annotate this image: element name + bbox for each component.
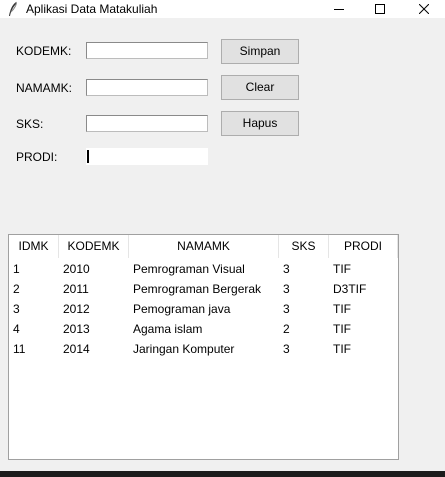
cell-prodi: TIF — [333, 262, 351, 276]
cell-idmk: 2 — [13, 282, 20, 296]
maximize-icon — [375, 4, 385, 14]
column-header-idmk[interactable]: IDMK — [9, 235, 59, 258]
cell-idmk: 1 — [13, 262, 20, 276]
column-header-sks[interactable]: SKS — [279, 235, 329, 258]
prodi-field[interactable] — [86, 148, 208, 165]
cell-prodi: TIF — [333, 322, 351, 336]
cell-namamk: Jaringan Komputer — [133, 342, 235, 356]
minimize-button[interactable] — [324, 0, 354, 18]
table-row[interactable]: 1 2010 Pemrograman Visual 3 TIF — [9, 259, 398, 279]
cell-kodemk: 2010 — [63, 262, 90, 276]
maximize-button[interactable] — [365, 0, 395, 18]
cell-namamk: Pemograman java — [133, 302, 231, 316]
window-title: Aplikasi Data Matakuliah — [26, 2, 158, 16]
table-row[interactable]: 4 2013 Agama islam 2 TIF — [9, 319, 398, 339]
cell-prodi: TIF — [333, 302, 351, 316]
cell-kodemk: 2014 — [63, 342, 90, 356]
cell-prodi: TIF — [333, 342, 351, 356]
column-header-namamk[interactable]: NAMAMK — [129, 235, 279, 258]
cell-sks: 3 — [283, 282, 290, 296]
cell-idmk: 11 — [13, 342, 26, 356]
cell-sks: 3 — [283, 342, 290, 356]
cell-namamk: Agama islam — [133, 322, 203, 336]
close-button[interactable] — [409, 0, 439, 18]
namamk-field[interactable] — [86, 79, 208, 96]
namamk-label: NAMAMK: — [16, 81, 73, 95]
cell-sks: 3 — [283, 262, 290, 276]
feather-icon — [9, 1, 17, 16]
cell-sks: 3 — [283, 302, 290, 316]
cell-kodemk: 2013 — [63, 322, 90, 336]
cell-idmk: 4 — [13, 322, 20, 336]
cell-kodemk: 2011 — [63, 282, 89, 296]
clear-button[interactable]: Clear — [221, 75, 299, 100]
kodemk-label: KODEMK: — [16, 44, 72, 58]
kodemk-field[interactable] — [86, 42, 208, 59]
column-header-prodi[interactable]: PRODI — [329, 235, 398, 258]
table-row[interactable]: 3 2012 Pemograman java 3 TIF — [9, 299, 398, 319]
cell-namamk: Pemrograman Bergerak — [133, 282, 262, 296]
cell-kodemk: 2012 — [63, 302, 90, 316]
cell-sks: 2 — [283, 322, 290, 336]
column-header-kodemk[interactable]: KODEMK — [59, 235, 129, 258]
sks-label: SKS: — [16, 117, 44, 131]
close-icon — [419, 4, 429, 14]
cell-prodi: D3TIF — [333, 282, 367, 296]
hapus-button[interactable]: Hapus — [221, 111, 299, 136]
minimize-icon — [334, 9, 344, 10]
table-row[interactable]: 2 2011 Pemrograman Bergerak 3 D3TIF — [9, 279, 398, 299]
prodi-label: PRODI: — [16, 150, 58, 164]
cell-namamk: Pemrograman Visual — [133, 262, 245, 276]
table-row[interactable]: 11 2014 Jaringan Komputer 3 TIF — [9, 339, 398, 359]
cell-idmk: 3 — [13, 302, 20, 316]
table-header: IDMK KODEMK NAMAMK SKS PRODI — [9, 235, 398, 258]
sks-field[interactable] — [86, 115, 208, 132]
title-bar[interactable]: Aplikasi Data Matakuliah — [0, 0, 445, 18]
taskbar-edge — [0, 471, 445, 477]
matakuliah-table[interactable]: IDMK KODEMK NAMAMK SKS PRODI 1 2010 Pemr… — [8, 234, 399, 460]
text-cursor — [87, 150, 89, 163]
simpan-button[interactable]: Simpan — [221, 39, 299, 64]
